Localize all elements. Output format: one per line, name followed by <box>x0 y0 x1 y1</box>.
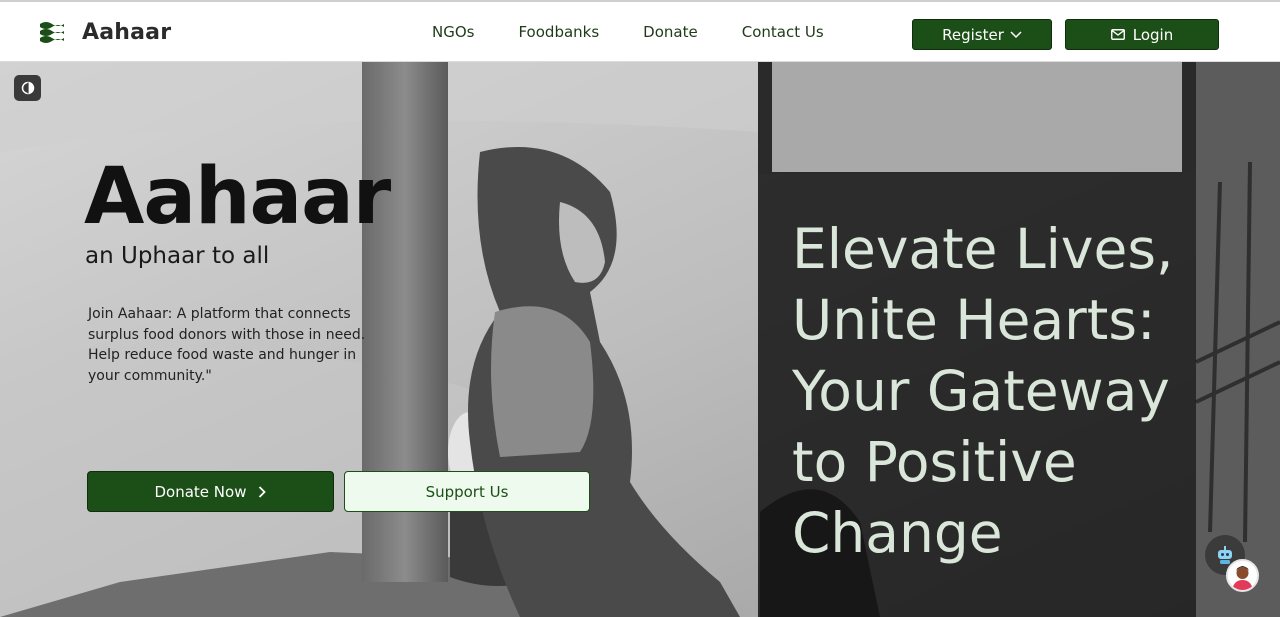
brand-logo-link[interactable]: Aahaar <box>38 19 171 45</box>
main-nav: NGOs Foodbanks Donate Contact Us <box>410 2 846 62</box>
brand-name: Aahaar <box>82 19 172 45</box>
chevron-right-icon <box>259 485 267 498</box>
mail-icon <box>1110 29 1125 40</box>
user-avatar-icon <box>1232 566 1253 590</box>
nav-link-ngos[interactable]: NGOs <box>432 23 474 41</box>
flag-stripes-icon <box>40 22 64 43</box>
hero-section: Aahaar an Uphaar to all Join Aahaar: A p… <box>0 62 1280 617</box>
nav-link-donate[interactable]: Donate <box>643 23 698 41</box>
hero-subtitle: an Uphaar to all <box>85 243 270 269</box>
navbar: Aahaar NGOs Foodbanks Donate Contact Us … <box>0 2 1280 62</box>
register-label: Register <box>942 25 1004 44</box>
nav-link-foodbanks[interactable]: Foodbanks <box>518 23 599 41</box>
theme-toggle-button[interactable] <box>14 75 41 101</box>
nav-link-contact-us[interactable]: Contact Us <box>742 23 824 41</box>
login-label: Login <box>1132 25 1174 44</box>
hero-tagline: Elevate Lives, Unite Hearts: Your Gatewa… <box>792 217 1174 565</box>
contrast-toggle-icon <box>21 81 34 95</box>
support-us-label: Support Us <box>425 482 509 501</box>
donate-now-label: Donate Now <box>154 482 247 501</box>
chevron-down-icon <box>1010 30 1022 38</box>
donate-now-button[interactable]: Donate Now <box>87 471 334 512</box>
user-avatar-button[interactable] <box>1226 559 1259 592</box>
login-button[interactable]: Login <box>1065 19 1219 50</box>
hero-title: Aahaar <box>84 152 391 242</box>
support-us-button[interactable]: Support Us <box>344 471 590 512</box>
register-dropdown-button[interactable]: Register <box>912 19 1052 50</box>
hero-description: Join Aahaar: A platform that connects su… <box>88 306 366 384</box>
